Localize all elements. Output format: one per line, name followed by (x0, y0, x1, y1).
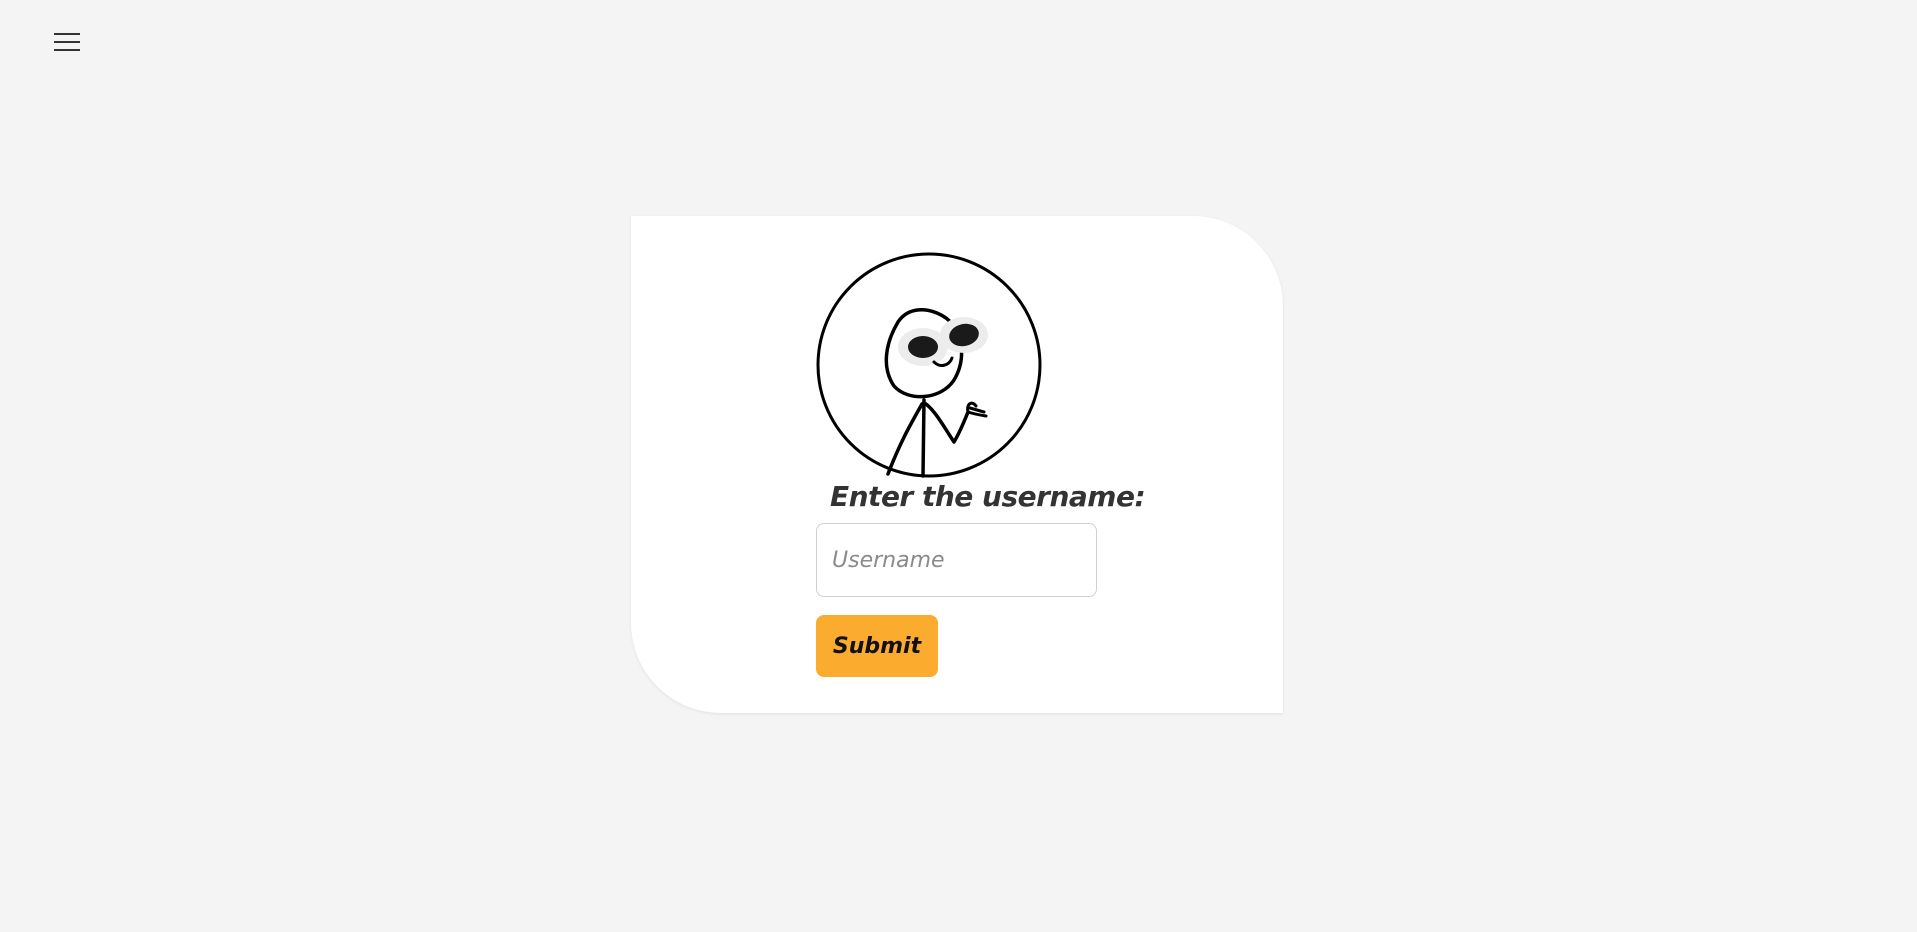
submit-button[interactable]: Submit (816, 615, 938, 677)
hamburger-menu-icon[interactable] (52, 31, 82, 53)
menu-line-top (54, 33, 80, 35)
username-input[interactable] (816, 523, 1097, 597)
username-label: Enter the username: (830, 480, 1146, 513)
menu-line-middle (54, 41, 80, 43)
avatar (816, 252, 1042, 478)
login-card: Enter the username: Submit (631, 216, 1283, 713)
stick-figure-avatar-icon (816, 252, 1042, 478)
menu-line-bottom (54, 49, 80, 51)
